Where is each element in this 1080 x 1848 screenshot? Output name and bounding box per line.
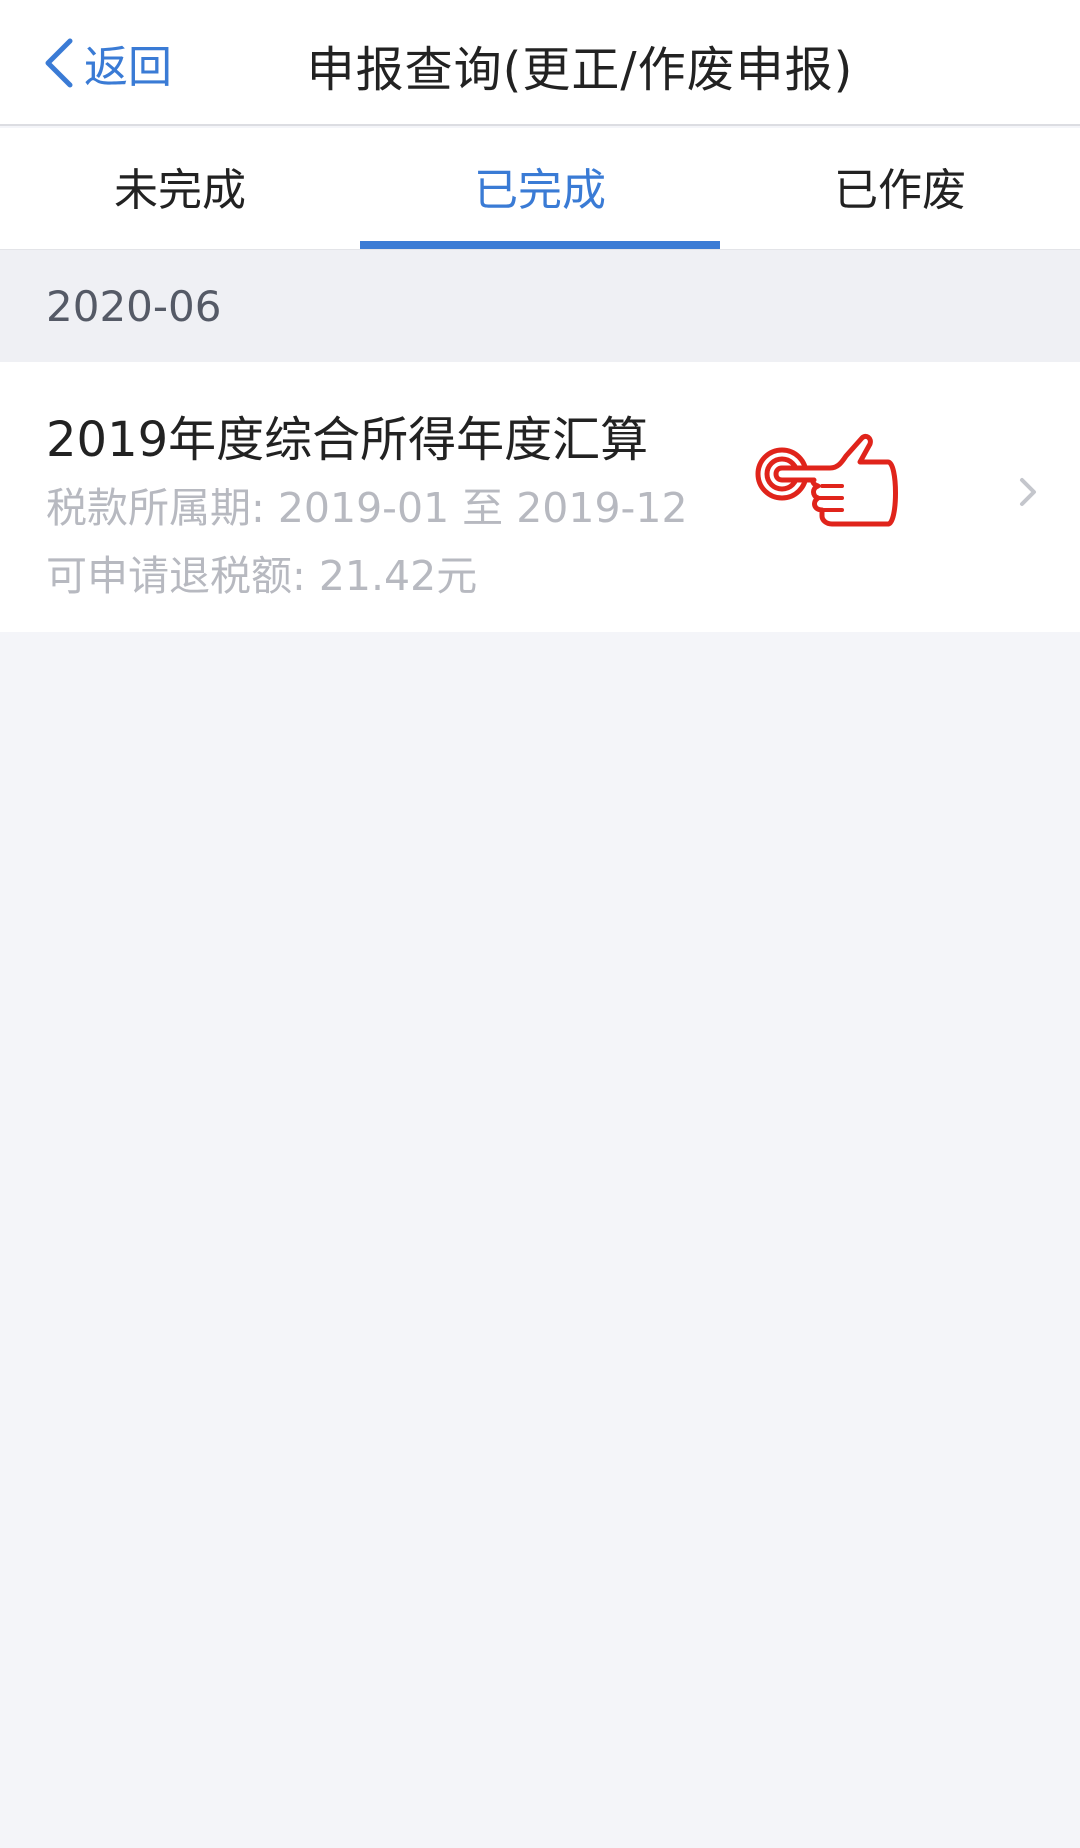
record-title: 2019年度综合所得年度汇算 [46,412,649,468]
tab-label: 已作废 [834,164,966,216]
tab-incomplete[interactable]: 未完成 [0,128,360,249]
tab-label: 已完成 [474,164,606,216]
chevron-right-icon [1020,478,1036,506]
declaration-record-item[interactable]: 2019年度综合所得年度汇算 税款所属期: 2019-01 至 2019-12 … [0,362,1080,632]
record-tax-period: 税款所属期: 2019-01 至 2019-12 [46,484,688,532]
active-tab-indicator [360,241,720,249]
pointing-hand-icon [755,433,898,527]
top-navigation-bar: 返回 申报查询(更正/作废申报) [0,0,1080,126]
section-date-label: 2020-06 [46,281,222,331]
app-screen: 返回 申报查询(更正/作废申报) 未完成 已完成 已作废 2020-06 201… [0,0,1080,1848]
tab-label: 未完成 [114,164,246,216]
status-tabs: 未完成 已完成 已作废 [0,128,1080,250]
page-title: 申报查询(更正/作废申报) [306,42,854,98]
record-refund-amount: 可申请退税额: 21.42元 [46,552,478,600]
tab-completed[interactable]: 已完成 [360,128,720,249]
section-date-header: 2020-06 [0,250,1080,362]
tab-voided[interactable]: 已作废 [720,128,1080,249]
